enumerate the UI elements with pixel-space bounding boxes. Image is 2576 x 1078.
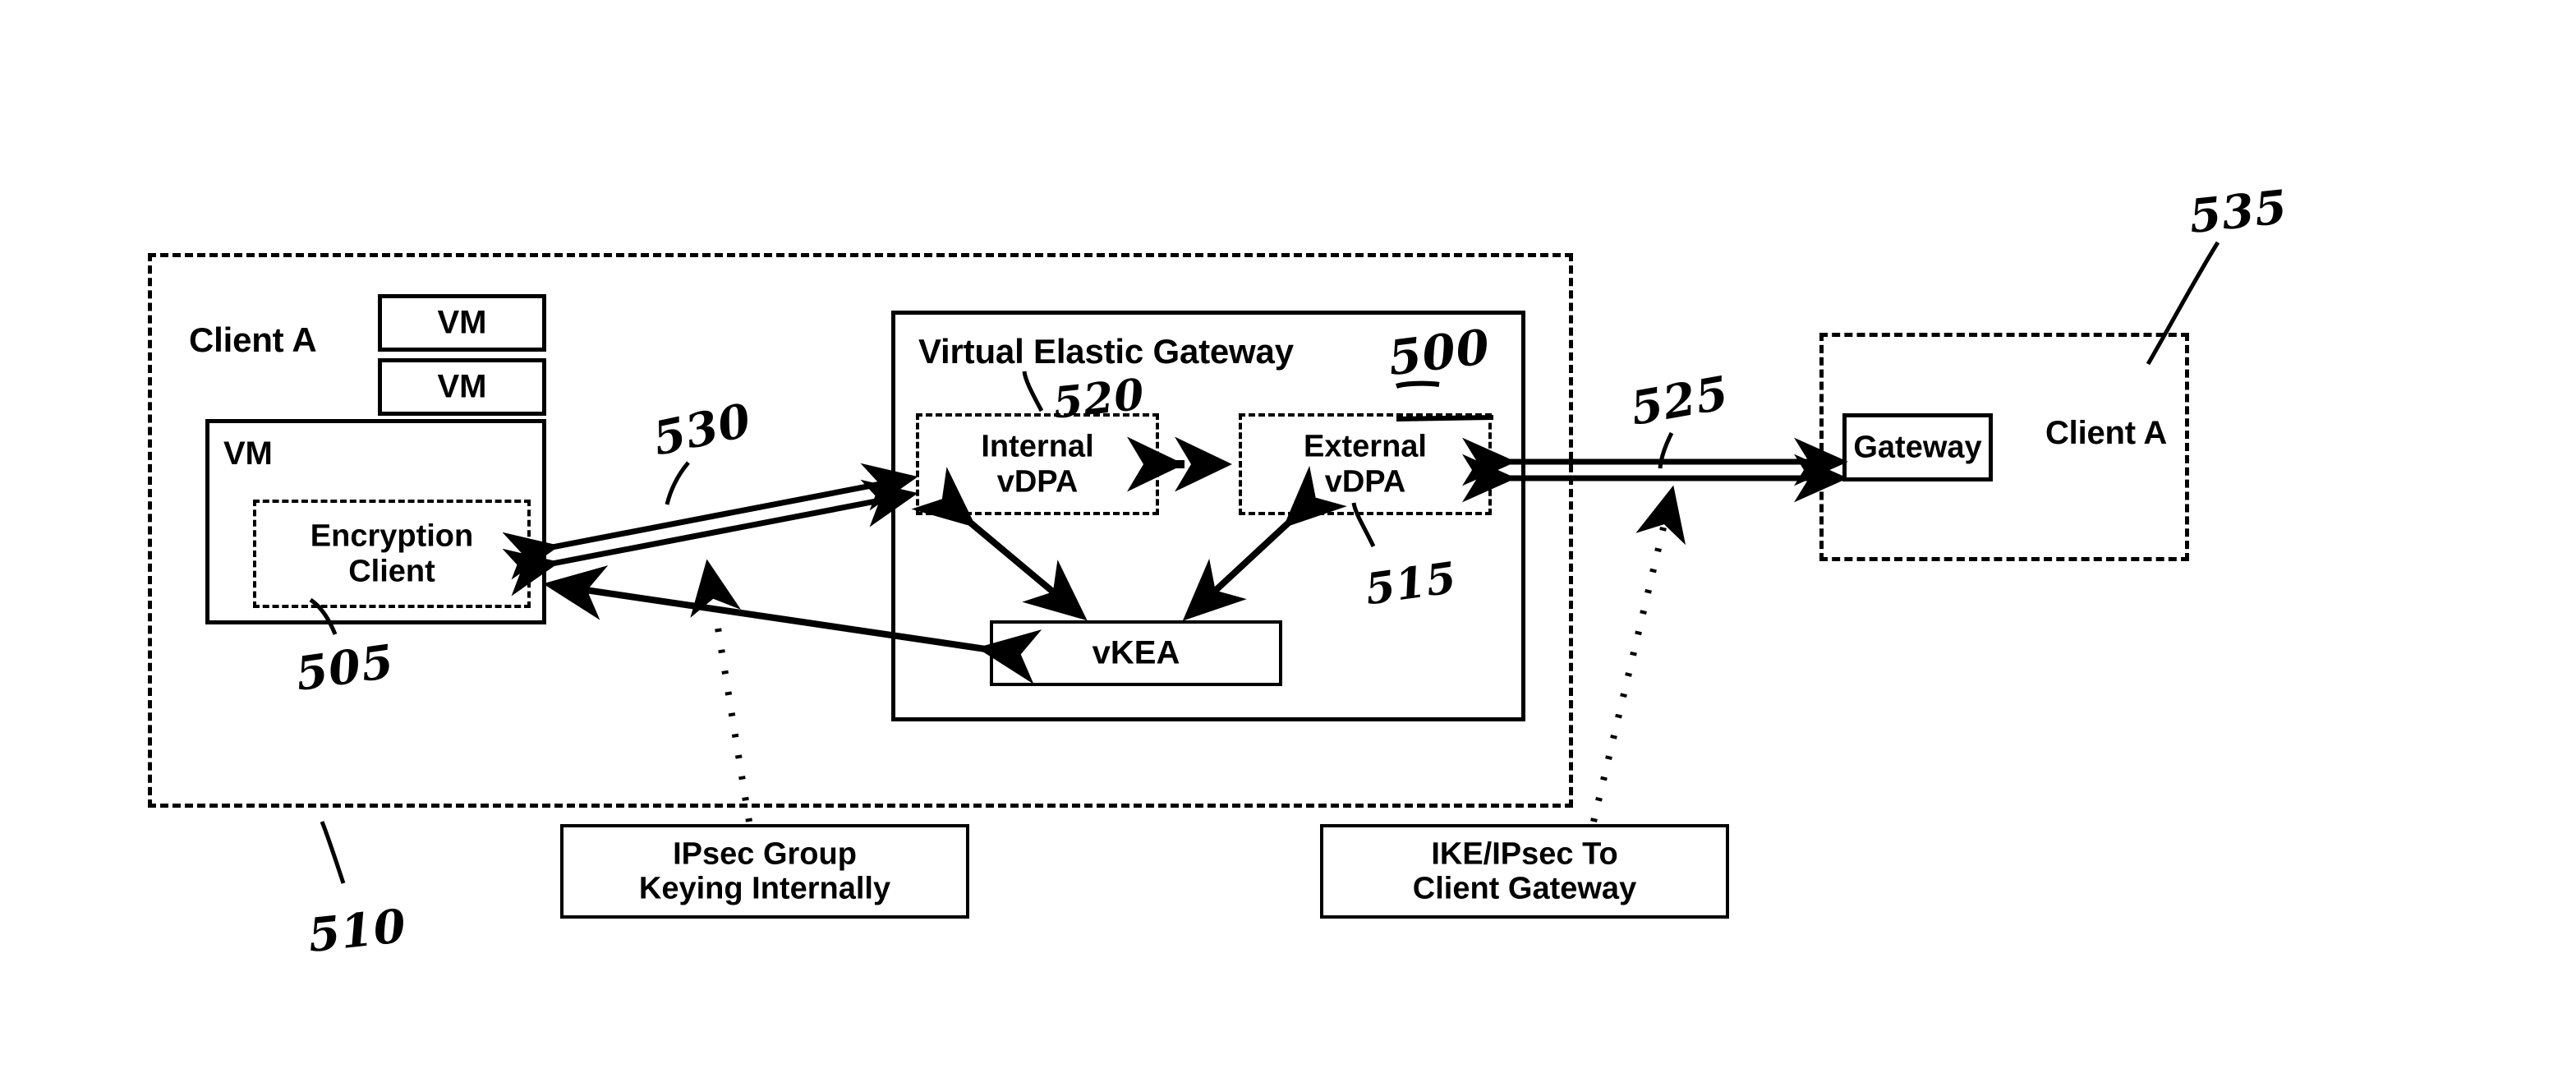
callout-ike-ipsec-client-gateway-label: IKE/IPsec To Client Gateway [1412, 836, 1637, 906]
callout-ike-ipsec-client-gateway: IKE/IPsec To Client Gateway [1320, 824, 1729, 919]
ref-numeral-520: 520 [1051, 369, 1148, 429]
right-client-a-label: Client A [2045, 415, 2168, 451]
client-gateway-box: Gateway [1842, 413, 1993, 481]
vm-box-top-label: VM [437, 304, 487, 341]
external-vdpa-box: External vDPA [1239, 413, 1492, 515]
virtual-elastic-gateway-title: Virtual Elastic Gateway [918, 332, 1294, 371]
callout-ipsec-group-keying-label: IPsec Group Keying Internally [638, 836, 891, 906]
vm-box-second-label: VM [437, 368, 487, 405]
left-client-a-label: Client A [189, 320, 317, 359]
vm-box-second: VM [378, 358, 546, 416]
ref-numeral-525: 525 [1626, 366, 1733, 436]
internal-vdpa-label: Internal vDPA [981, 429, 1094, 499]
internal-vdpa-box: Internal vDPA [916, 413, 1159, 515]
ref-numeral-510: 510 [305, 898, 410, 964]
client-gateway-label: Gateway [1853, 430, 1982, 465]
encryption-client-box: Encryption Client [253, 500, 531, 608]
patent-figure: Client A VM VM VM Encryption Client Virt… [0, 0, 2576, 1078]
callout-leader-ike-ipsec [1590, 485, 1686, 822]
ref-numeral-535: 535 [2186, 179, 2291, 245]
external-vdpa-label: External vDPA [1304, 429, 1427, 499]
vkea-label: vKEA [1092, 634, 1180, 671]
vm-host-label: VM [223, 435, 273, 472]
callout-ipsec-group-keying: IPsec Group Keying Internally [560, 824, 969, 919]
vkea-box: vKEA [990, 620, 1282, 686]
encryption-client-label: Encryption Client [310, 518, 474, 588]
vm-box-top: VM [378, 294, 546, 352]
